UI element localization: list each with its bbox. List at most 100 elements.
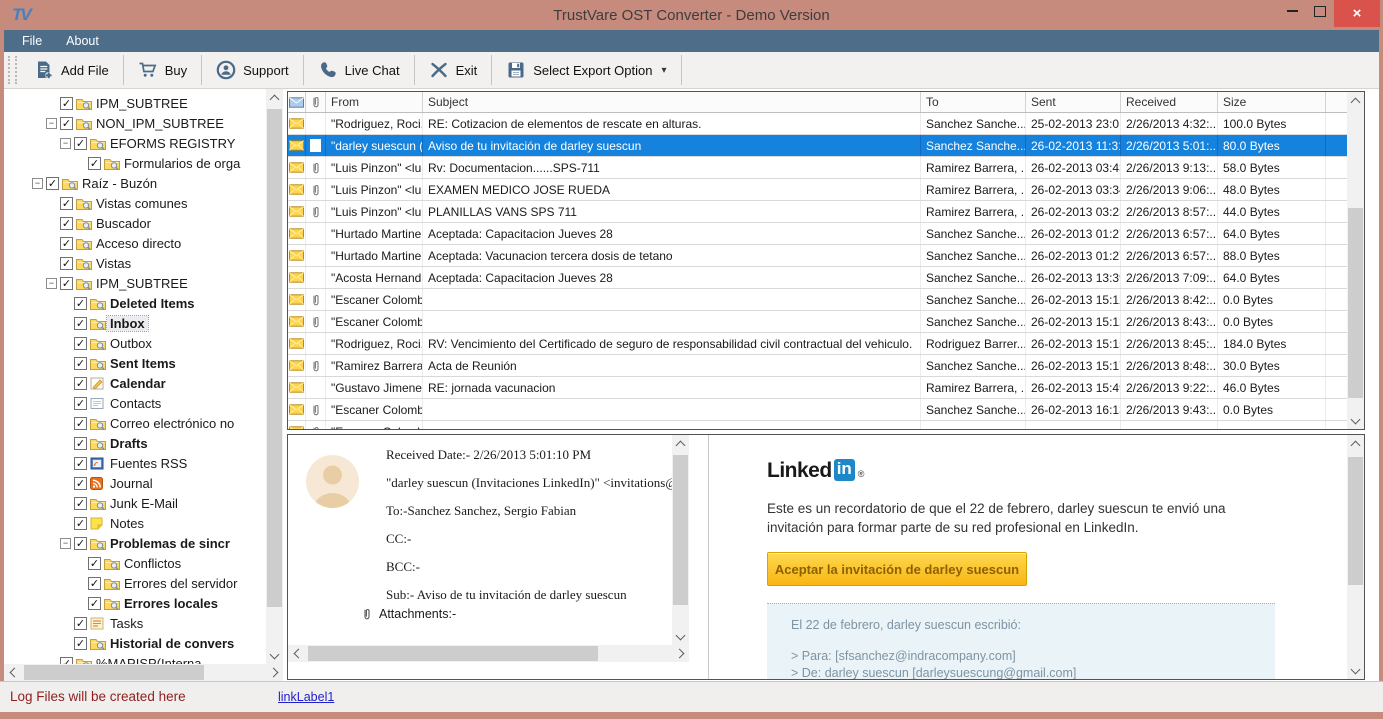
tree-item-ipm-subtree[interactable]: −✓IPM_SUBTREE [4, 273, 266, 293]
collapse-icon[interactable]: − [46, 118, 57, 129]
tree-checkbox[interactable]: ✓ [60, 97, 73, 110]
column-header-size[interactable]: Size [1218, 92, 1326, 112]
toolbar-button-buy[interactable]: Buy [124, 52, 201, 88]
tree-item-correo-electr-nico-no[interactable]: ✓Correo electrónico no [4, 413, 266, 433]
tree-checkbox[interactable]: ✓ [74, 497, 87, 510]
tree-checkbox[interactable]: ✓ [74, 297, 87, 310]
scrollbar-thumb[interactable] [1348, 457, 1363, 585]
tree-checkbox[interactable]: ✓ [88, 597, 101, 610]
tree-item-ipm-subtree[interactable]: ✓IPM_SUBTREE [4, 93, 266, 113]
toolbar-button-live-chat[interactable]: Live Chat [304, 52, 414, 88]
tree-checkbox[interactable]: ✓ [74, 457, 87, 470]
preview-left-horizontal-scrollbar[interactable] [288, 645, 689, 662]
tree-item-non-ipm-subtree[interactable]: −✓NON_IPM_SUBTREE [4, 113, 266, 133]
scrollbar-thumb[interactable] [267, 109, 282, 607]
mail-row[interactable]: "Escaner Colomb... [288, 421, 1347, 429]
tree-checkbox[interactable]: ✓ [74, 377, 87, 390]
mail-row[interactable]: "Rodriguez, Roci...RE: Cotizacion de ele… [288, 113, 1347, 135]
tree-item-junk-e-mail[interactable]: ✓Junk E-Mail [4, 493, 266, 513]
tree-checkbox[interactable]: ✓ [88, 557, 101, 570]
mail-row[interactable]: "Gustavo Jimene...RE: jornada vacunacion… [288, 377, 1347, 399]
tree-checkbox[interactable]: ✓ [88, 157, 101, 170]
mail-row[interactable]: "Luis Pinzon" <lui...EXAMEN MEDICO JOSE … [288, 179, 1347, 201]
tree-item-eforms-registry[interactable]: −✓EFORMS REGISTRY [4, 133, 266, 153]
mail-row[interactable]: "Luis Pinzon" <lui...Rv: Documentacion..… [288, 157, 1347, 179]
tree-checkbox[interactable]: ✓ [74, 617, 87, 630]
tree-item-errores-locales[interactable]: ✓Errores locales [4, 593, 266, 613]
scroll-right-icon[interactable] [672, 645, 689, 662]
accept-invitation-button[interactable]: Aceptar la invitación de darley suescun [767, 552, 1027, 586]
tree-item-problemas-de-sincr[interactable]: −✓Problemas de sincr [4, 533, 266, 553]
tree-vertical-scrollbar[interactable] [266, 89, 283, 664]
scrollbar-thumb[interactable] [308, 646, 598, 661]
column-header-sent[interactable]: Sent [1026, 92, 1121, 112]
tree-item-vistas[interactable]: ✓Vistas [4, 253, 266, 273]
preview-vertical-scrollbar[interactable] [1347, 435, 1364, 679]
tree-checkbox[interactable]: ✓ [74, 337, 87, 350]
scroll-left-icon[interactable] [288, 645, 305, 662]
tree-item-historial-de-convers[interactable]: ✓Historial de convers [4, 633, 266, 653]
collapse-icon[interactable]: − [60, 138, 71, 149]
toolbar-button-add-file[interactable]: Add File [20, 52, 123, 88]
mail-row[interactable]: "Escaner Colomb...Sanchez Sanche...26-02… [288, 399, 1347, 421]
tree-item-vistas-comunes[interactable]: ✓Vistas comunes [4, 193, 266, 213]
tree-checkbox[interactable]: ✓ [74, 317, 87, 330]
tree-checkbox[interactable]: ✓ [74, 417, 87, 430]
tree-item-acceso-directo[interactable]: ✓Acceso directo [4, 233, 266, 253]
mail-row[interactable]: "Rodriguez, Roci...RV: Vencimiento del C… [288, 333, 1347, 355]
scrollbar-thumb[interactable] [1348, 208, 1363, 398]
toolbar-button-support[interactable]: Support [202, 52, 303, 88]
mail-row[interactable]: "Escaner Colomb...Sanchez Sanche...26-02… [288, 311, 1347, 333]
mail-row[interactable]: "Hurtado Martine...Aceptada: Vacunacion … [288, 245, 1347, 267]
collapse-icon[interactable]: − [60, 538, 71, 549]
column-header-to[interactable]: To [921, 92, 1026, 112]
scroll-up-icon[interactable] [672, 435, 689, 452]
tree-item-conflictos[interactable]: ✓Conflictos [4, 553, 266, 573]
tree-checkbox[interactable]: ✓ [60, 197, 73, 210]
tree-item-outbox[interactable]: ✓Outbox [4, 333, 266, 353]
tree-item-deleted-items[interactable]: ✓Deleted Items [4, 293, 266, 313]
scroll-up-icon[interactable] [266, 89, 283, 106]
scroll-up-icon[interactable] [1347, 92, 1364, 109]
tree-checkbox[interactable]: ✓ [74, 637, 87, 650]
scroll-left-icon[interactable] [4, 664, 21, 681]
log-link[interactable]: linkLabel1 [278, 690, 334, 704]
tree-checkbox[interactable]: ✓ [60, 117, 73, 130]
maximize-button[interactable] [1306, 0, 1334, 22]
mail-row[interactable]: "Hurtado Martine...Aceptada: Capacitacio… [288, 223, 1347, 245]
column-header-subject[interactable]: Subject [423, 92, 921, 112]
paperclip-header-icon[interactable] [306, 92, 326, 112]
tree-item-fuentes-rss[interactable]: ✓Fuentes RSS [4, 453, 266, 473]
tree-checkbox[interactable]: ✓ [60, 217, 73, 230]
preview-left-vertical-scrollbar[interactable] [672, 435, 689, 645]
envelope-header-icon[interactable] [288, 92, 306, 112]
minimize-button[interactable] [1278, 0, 1306, 22]
scroll-down-icon[interactable] [1347, 412, 1364, 429]
mail-row[interactable]: "Ramirez Barrera,...Acta de ReuniónSanch… [288, 355, 1347, 377]
tree-item-contacts[interactable]: ✓Contacts [4, 393, 266, 413]
tree-checkbox[interactable]: ✓ [46, 177, 59, 190]
tree-item-tasks[interactable]: ✓Tasks [4, 613, 266, 633]
scroll-up-icon[interactable] [1347, 435, 1364, 452]
mail-row[interactable]: "Escaner Colomb...Sanchez Sanche...26-02… [288, 289, 1347, 311]
scroll-down-icon[interactable] [266, 647, 283, 664]
tree-checkbox[interactable]: ✓ [60, 277, 73, 290]
scrollbar-thumb[interactable] [24, 665, 204, 680]
tree-checkbox[interactable]: ✓ [74, 437, 87, 450]
tree-checkbox[interactable]: ✓ [74, 137, 87, 150]
tree-item-sent-items[interactable]: ✓Sent Items [4, 353, 266, 373]
tree-checkbox[interactable]: ✓ [74, 477, 87, 490]
scroll-down-icon[interactable] [1347, 662, 1364, 679]
tree-checkbox[interactable]: ✓ [88, 577, 101, 590]
mail-row[interactable]: "darley suescun (...Aviso de tu invitaci… [288, 135, 1347, 157]
column-header-received[interactable]: Received [1121, 92, 1218, 112]
tree-checkbox[interactable]: ✓ [74, 517, 87, 530]
tree-horizontal-scrollbar[interactable] [4, 664, 283, 681]
menu-file[interactable]: File [22, 34, 42, 48]
close-button[interactable]: × [1334, 0, 1380, 27]
tree-item-inbox[interactable]: ✓Inbox [4, 313, 266, 333]
tree-item-notes[interactable]: ✓Notes [4, 513, 266, 533]
tree-checkbox[interactable]: ✓ [74, 397, 87, 410]
mail-vertical-scrollbar[interactable] [1347, 92, 1364, 429]
scrollbar-thumb[interactable] [673, 455, 688, 605]
